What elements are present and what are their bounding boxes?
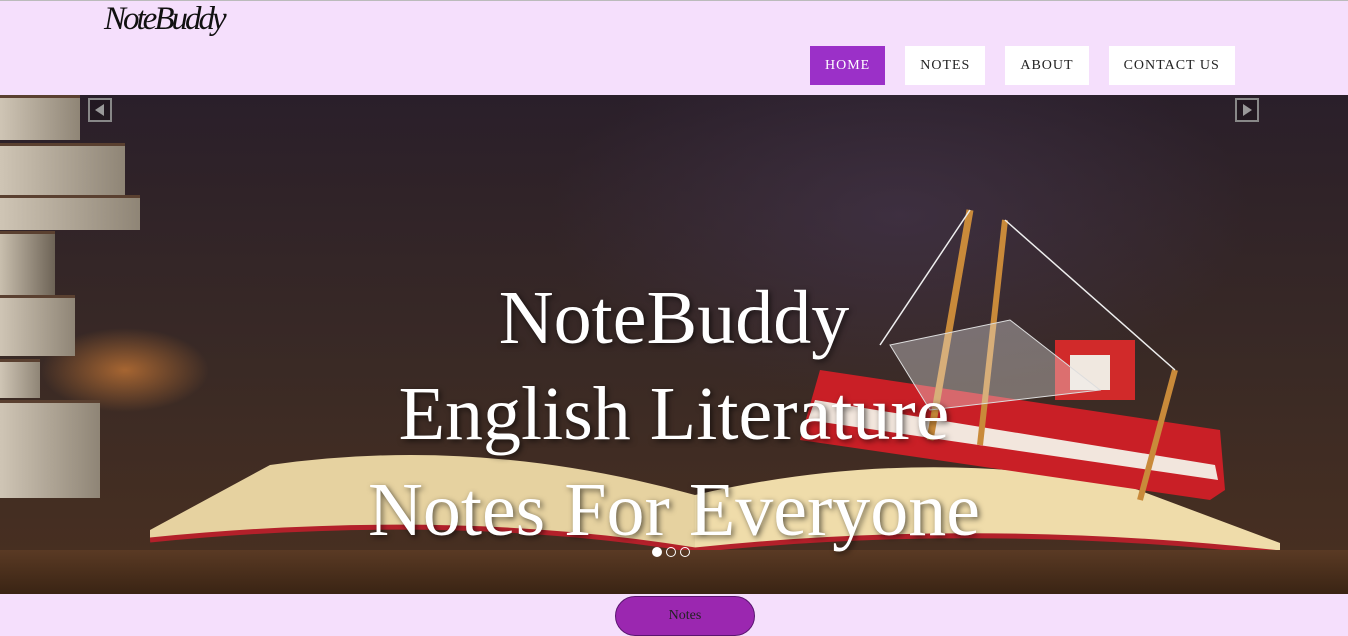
hero-headline: NoteBuddy English Literature Notes For E… <box>0 270 1348 558</box>
nav-home[interactable]: HOME <box>810 46 886 85</box>
carousel-dot-1[interactable] <box>652 547 662 557</box>
logo[interactable]: NoteBuddy <box>104 1 227 38</box>
carousel-indicators <box>652 547 694 557</box>
nav-contact-us[interactable]: CONTACT US <box>1108 46 1235 85</box>
notes-button[interactable]: Notes <box>615 596 755 636</box>
carousel-prev-button[interactable] <box>88 98 112 122</box>
header: NoteBuddy HOME NOTES ABOUT CONTACT US <box>0 0 1348 95</box>
hero-carousel: NoteBuddy English Literature Notes For E… <box>0 95 1348 594</box>
nav-about[interactable]: ABOUT <box>1005 46 1089 85</box>
carousel-dot-2[interactable] <box>666 547 676 557</box>
hero-line-title: NoteBuddy <box>498 276 850 360</box>
hero-line-tagline: Notes For Everyone <box>367 468 981 552</box>
chevron-right-icon <box>1243 104 1252 116</box>
chevron-left-icon <box>95 104 104 116</box>
main-nav: HOME NOTES ABOUT CONTACT US <box>810 46 1255 85</box>
carousel-dot-3[interactable] <box>680 547 690 557</box>
hero-line-subtitle: English Literature <box>398 372 950 456</box>
carousel-next-button[interactable] <box>1235 98 1259 122</box>
nav-notes[interactable]: NOTES <box>905 46 986 85</box>
